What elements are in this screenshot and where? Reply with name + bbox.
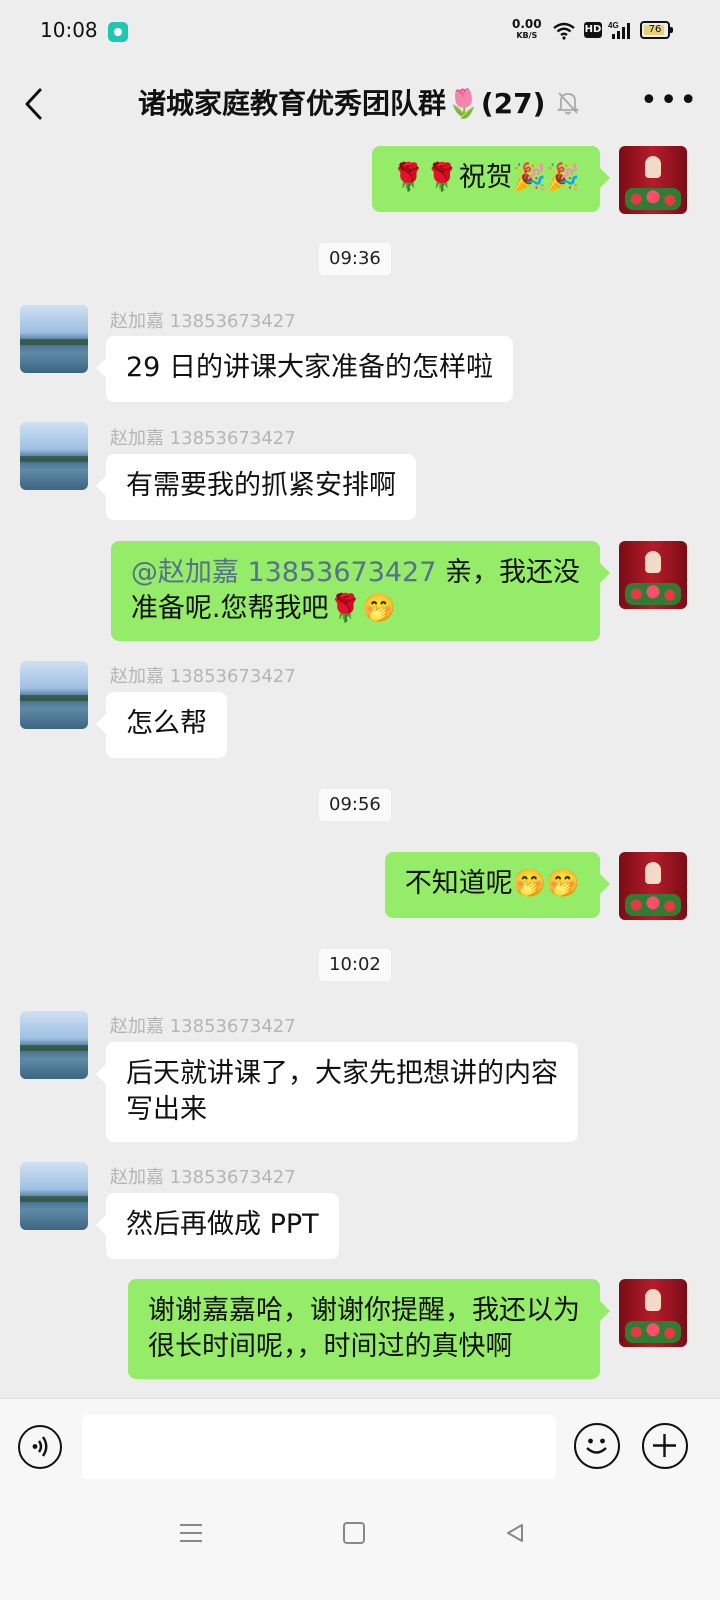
message-input[interactable] (82, 1415, 556, 1479)
system-nav-bar (0, 1494, 720, 1600)
message-text: 谢谢嘉嘉哈，谢谢你提醒，我还以为 (148, 1295, 580, 1326)
sender-avatar[interactable] (20, 1011, 88, 1079)
sender-avatar[interactable] (20, 661, 88, 729)
sender-nickname: 赵加嘉 13853673427 (110, 428, 296, 449)
message-text: 很长时间呢，，时间过的真快啊 (148, 1331, 513, 1362)
message-bubble-in[interactable]: 怎么帮 (96, 692, 227, 758)
signal-label: 4G (608, 21, 619, 30)
self-avatar[interactable] (619, 1279, 687, 1347)
battery-icon: 76 (640, 21, 673, 39)
plus-icon[interactable] (642, 1423, 688, 1469)
home-icon[interactable] (343, 1522, 365, 1544)
message-bubble-in[interactable]: 然后再做成 PPT (96, 1193, 339, 1259)
sender-nickname: 赵加嘉 13853673427 (110, 1016, 296, 1037)
back-triangle-icon[interactable] (504, 1522, 526, 1544)
sender-avatar[interactable] (20, 1162, 88, 1230)
mute-bell-icon (556, 92, 580, 115)
message-bubble-in[interactable]: 有需要我的抓紧安排啊 (96, 454, 416, 520)
network-speed-unit: KB/S (516, 31, 538, 40)
more-icon[interactable]: ••• (640, 86, 699, 116)
message-bubble-out[interactable]: 谢谢嘉嘉哈，谢谢你提醒，我还以为 很长时间呢，，时间过的真快啊 (128, 1279, 610, 1379)
mention-link[interactable]: @赵加嘉 13853673427 (131, 557, 437, 588)
wifi-icon (553, 22, 575, 40)
signal-icon: 4G (608, 21, 630, 39)
timestamp: 09:56 (319, 789, 391, 821)
self-avatar[interactable] (619, 852, 687, 920)
emoji-icon[interactable] (574, 1423, 620, 1469)
voice-icon[interactable] (18, 1425, 62, 1469)
message-bubble-in[interactable]: 后天就讲课了，大家先把想讲的内容 写出来 (96, 1042, 578, 1142)
status-time: 10:08 (40, 18, 98, 42)
message-bubble-in[interactable]: 29 日的讲课大家准备的怎样啦 (96, 336, 513, 402)
back-icon[interactable] (20, 86, 50, 122)
message-bubble-out[interactable]: 不知道呢🤭🤭 (384, 852, 611, 918)
battery-level: 76 (648, 24, 662, 35)
message-text: 亲，我还没 (436, 557, 580, 588)
message-text: 准备呢.您帮我吧🌹🤭 (130, 593, 396, 624)
message-bubble-out[interactable]: 🌹🌹祝贺🎉🎉 (371, 146, 611, 212)
timestamp: 09:36 (319, 243, 391, 275)
menu-icon[interactable] (180, 1524, 202, 1548)
hd-icon: HD (584, 22, 602, 38)
sender-nickname: 赵加嘉 13853673427 (110, 311, 296, 332)
self-avatar[interactable] (619, 146, 687, 214)
sender-avatar[interactable] (20, 422, 88, 490)
sender-nickname: 赵加嘉 13853673427 (110, 1167, 296, 1188)
status-bar: 10:08 0.00 KB/S HD 4G 76 (0, 0, 720, 64)
sender-nickname: 赵加嘉 13853673427 (110, 666, 296, 687)
chat-header: 诸城家庭教育优秀团队群🌷(27) ••• (0, 64, 720, 144)
network-speed: 0.00 KB/S (512, 18, 542, 42)
timestamp: 10:02 (319, 949, 391, 981)
self-avatar[interactable] (619, 541, 687, 609)
input-bar (0, 1398, 720, 1495)
notification-app-icon (108, 22, 128, 42)
network-speed-value: 0.00 (512, 17, 542, 31)
sender-avatar[interactable] (20, 305, 88, 373)
message-text: 后天就讲课了，大家先把想讲的内容 (126, 1058, 558, 1089)
chat-title: 诸城家庭教育优秀团队群🌷(27) (138, 87, 546, 120)
message-bubble-out[interactable]: @赵加嘉 13853673427 亲，我还没 准备呢.您帮我吧🌹🤭 (110, 541, 611, 641)
message-text: 写出来 (126, 1094, 207, 1125)
